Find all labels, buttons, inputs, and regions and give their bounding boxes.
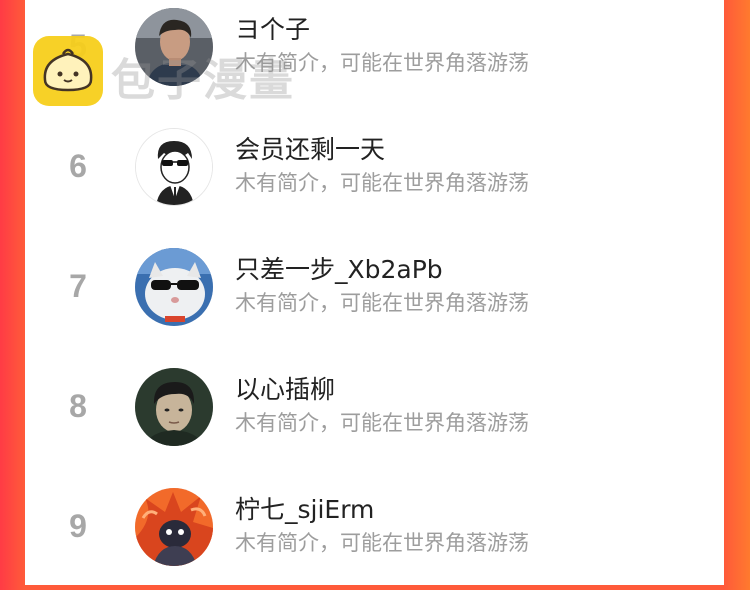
rank-number: 7 — [69, 268, 87, 304]
user-name[interactable]: 会员还剩一天 — [235, 130, 385, 166]
user-bio: 木有简介，可能在世界角落游荡 — [235, 531, 529, 555]
user-bio: 木有简介，可能在世界角落游荡 — [235, 171, 529, 195]
user-bio: 木有简介，可能在世界角落游荡 — [235, 411, 529, 435]
user-name[interactable]: 只差一步_Xb2aPb — [235, 250, 443, 286]
site-watermark: 包子漫畫 — [33, 34, 323, 108]
ranking-item-8[interactable]: 8 以心插柳 木有简介，可能在世界角落游荡 — [25, 360, 724, 470]
rank-number: 9 — [69, 508, 87, 544]
rank-number: 8 — [69, 388, 87, 424]
watermark-text: 包子漫畫 — [111, 55, 295, 106]
user-avatar[interactable] — [135, 368, 213, 446]
user-bio: 木有简介，可能在世界角落游荡 — [235, 291, 529, 315]
user-avatar[interactable] — [135, 248, 213, 326]
boy-portrait-avatar-icon — [135, 368, 213, 446]
user-avatar[interactable] — [135, 128, 213, 206]
user-avatar[interactable] — [135, 488, 213, 566]
rank-number: 6 — [69, 148, 87, 184]
orange-creature-avatar-icon — [135, 488, 213, 566]
ranking-item-6[interactable]: 6 会员还剩一天 木有简介，可能在世界角落游荡 — [25, 120, 724, 230]
ranking-item-9[interactable]: 9 柠七_sjiErm 木有简介，可能在世界角落游荡 — [25, 480, 724, 590]
bun-logo-icon — [33, 36, 103, 106]
ranking-item-7[interactable]: 7 只差一步_Xb2aPb 木有简介，可能在世界角落游荡 — [25, 240, 724, 350]
user-name[interactable]: 以心插柳 — [235, 370, 335, 406]
sunglasses-sketch-avatar-icon — [136, 129, 212, 205]
user-name[interactable]: 柠七_sjiErm — [235, 490, 374, 526]
cat-sunglasses-avatar-icon — [135, 248, 213, 326]
